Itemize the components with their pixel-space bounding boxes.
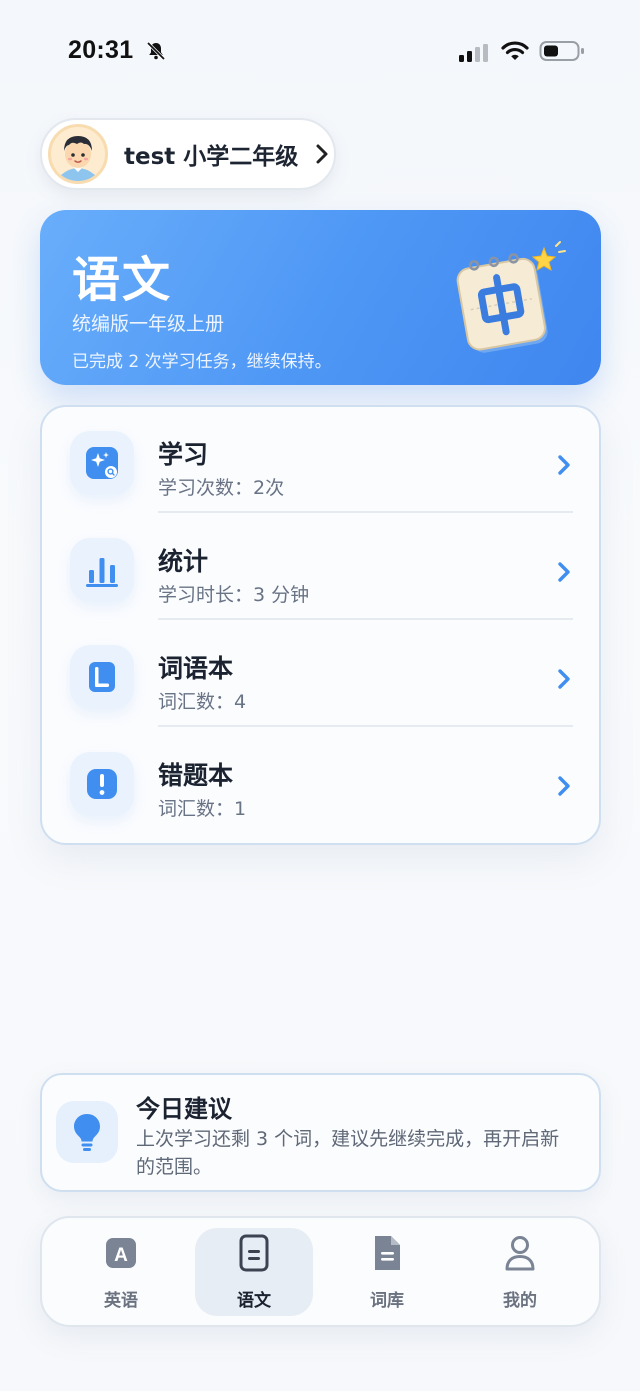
divider	[158, 725, 573, 727]
avatar	[48, 124, 108, 184]
tab-me[interactable]: 我的	[461, 1228, 579, 1316]
menu-item-title: 错题本	[158, 761, 234, 790]
bottom-tab-bar: A 英语 语文 词库 我的	[40, 1216, 601, 1327]
bar-chart-icon	[86, 558, 118, 587]
menu-card: 学习 学习次数：2次 统计 学习时长：3 分钟 词语本 词汇数：4 错题本 词汇…	[40, 405, 601, 845]
chevron-right-icon	[558, 669, 570, 689]
tab-label: 我的	[503, 1291, 537, 1311]
menu-item-subtitle: 词汇数：4	[158, 691, 247, 713]
tab-english[interactable]: A 英语	[62, 1228, 180, 1316]
divider	[158, 618, 573, 620]
tip-text: 上次学习还剩 3 个词，建议先继续完成，再开启新的范围。	[136, 1128, 560, 1178]
status-bar: 20:31	[0, 34, 640, 74]
chevron-right-icon	[558, 776, 570, 796]
battery-icon	[539, 41, 584, 61]
tip-icon-bg	[56, 1101, 118, 1163]
chinese-book-icon	[456, 241, 566, 353]
tab-chinese[interactable]: 语文	[195, 1228, 313, 1316]
subject-banner[interactable]: 语文 统编版一年级上册 已完成 2 次学习任务，继续保持。	[40, 210, 601, 385]
menu-item-study[interactable]: 学习 学习次数：2次	[42, 407, 599, 513]
menu-item-subtitle: 词汇数：1	[158, 798, 247, 820]
signal-icon	[459, 44, 488, 62]
menu-item-title: 学习	[158, 440, 209, 469]
letter-a-icon: A	[106, 1238, 136, 1268]
profile-name: test 小学二年级	[124, 144, 299, 170]
chevron-right-icon	[558, 562, 570, 582]
menu-item-stats[interactable]: 统计 学习时长：3 分钟	[42, 514, 599, 620]
menu-icon-bg	[70, 645, 134, 709]
svg-text:A: A	[114, 1245, 128, 1266]
menu-item-title: 统计	[158, 547, 209, 576]
sparkle-search-icon	[86, 447, 118, 479]
document-icon	[239, 1234, 269, 1272]
menu-icon-bg	[70, 538, 134, 602]
exclamation-icon	[87, 769, 117, 799]
tab-label: 词库	[370, 1291, 404, 1311]
chevron-right-icon	[316, 144, 328, 164]
tab-label: 英语	[104, 1291, 138, 1311]
notebook-icon	[89, 662, 115, 692]
chevron-right-icon	[558, 455, 570, 475]
tab-library[interactable]: 词库	[328, 1228, 446, 1316]
file-icon	[375, 1236, 400, 1270]
lightbulb-icon	[74, 1114, 100, 1151]
person-icon	[505, 1236, 535, 1271]
menu-icon-bg	[70, 752, 134, 816]
menu-icon-bg	[70, 431, 134, 495]
subject-edition: 统编版一年级上册	[72, 313, 225, 335]
subject-progress: 已完成 2 次学习任务，继续保持。	[72, 352, 332, 372]
menu-item-title: 词语本	[158, 654, 234, 683]
daily-tip-card[interactable]: 今日建议 上次学习还剩 3 个词，建议先继续完成，再开启新的范围。	[40, 1073, 601, 1192]
profile-switcher[interactable]: test 小学二年级	[40, 118, 336, 190]
menu-item-subtitle: 学习时长：3 分钟	[158, 584, 310, 606]
menu-item-vocab-book[interactable]: 词语本 词汇数：4	[42, 621, 599, 727]
menu-item-mistake-book[interactable]: 错题本 词汇数：1	[42, 728, 599, 834]
divider	[158, 511, 573, 513]
wifi-icon	[501, 41, 529, 60]
bell-off-icon	[146, 41, 166, 61]
subject-title: 语文	[72, 252, 173, 308]
boy-avatar-icon	[51, 127, 105, 181]
menu-item-subtitle: 学习次数：2次	[158, 477, 285, 499]
tip-title: 今日建议	[136, 1095, 232, 1123]
tab-label: 语文	[237, 1291, 271, 1311]
status-time: 20:31	[68, 36, 134, 64]
